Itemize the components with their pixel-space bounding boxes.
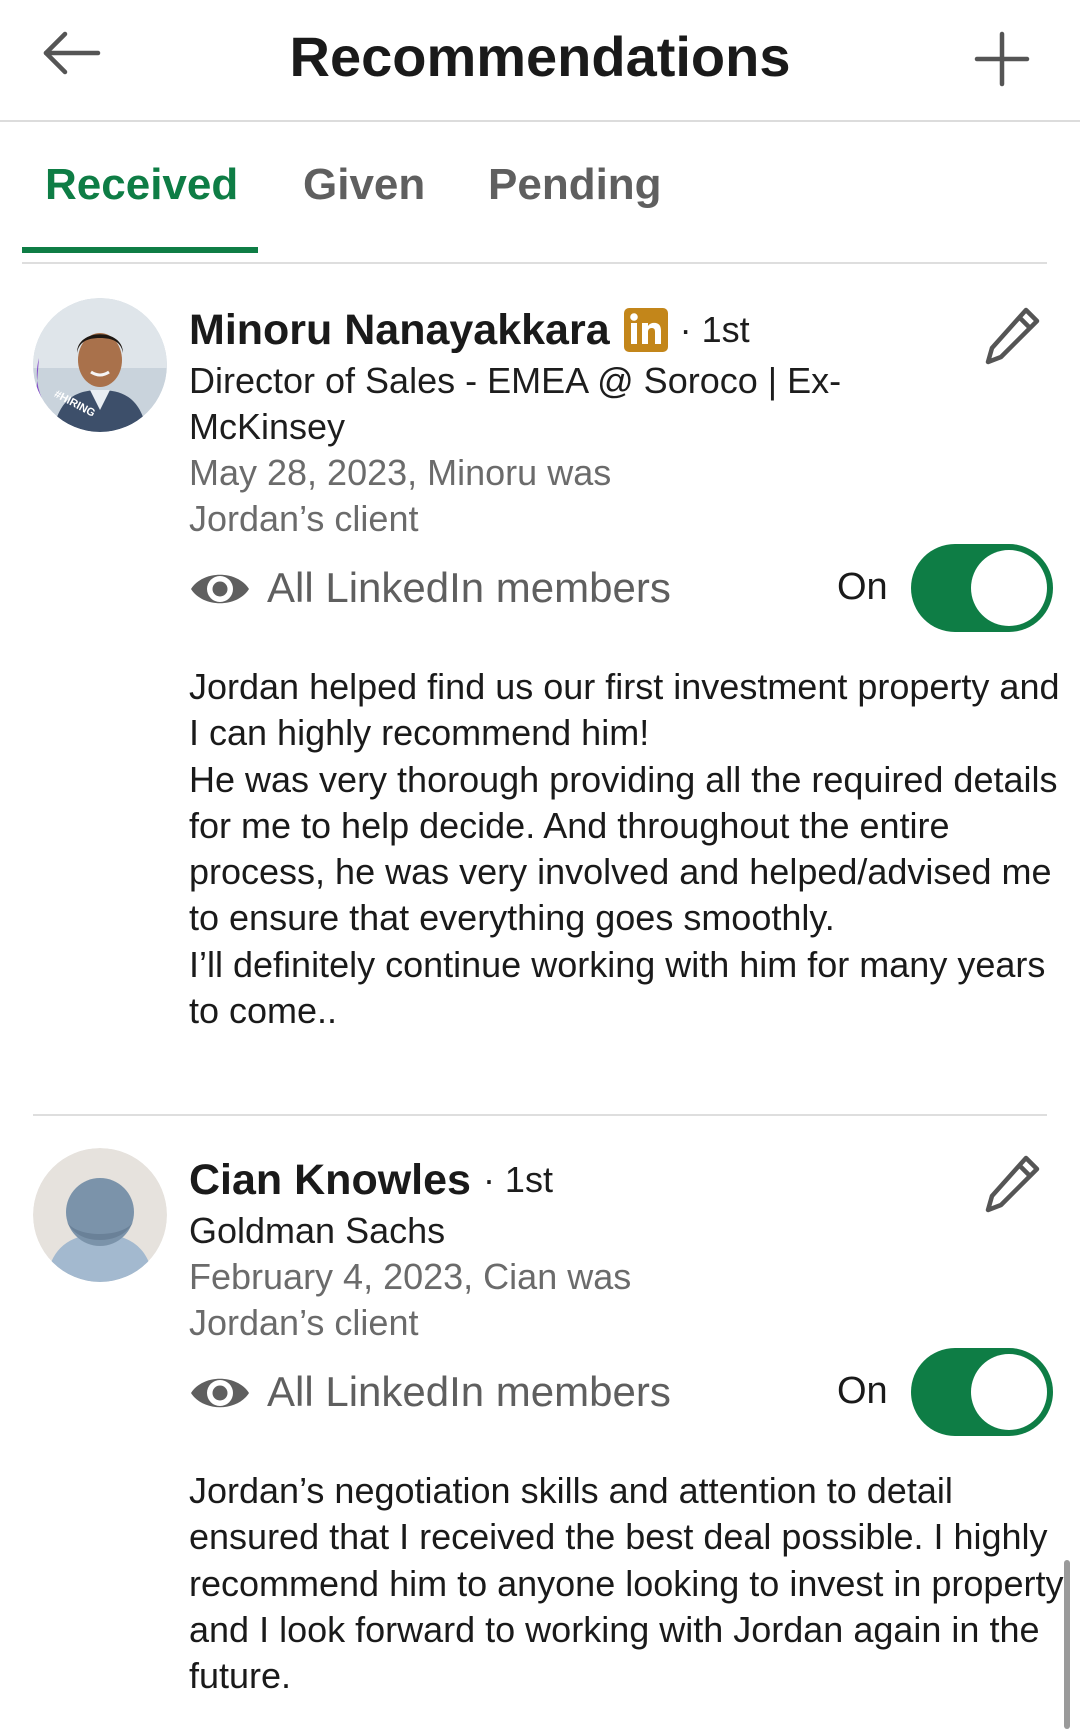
divider (22, 262, 1047, 264)
tab-given[interactable]: Given (303, 160, 425, 210)
recommender-name[interactable]: Minoru Nanayakkara (189, 306, 610, 355)
visibility-label: All LinkedIn members (267, 1368, 671, 1415)
scrollbar[interactable] (1064, 1560, 1070, 1729)
recommendation-paragraph: Jordan helped find us our first investme… (189, 666, 1060, 754)
toggle-state-label: On (837, 1370, 888, 1412)
linkedin-premium-icon (623, 308, 668, 352)
edit-button[interactable] (982, 1152, 1042, 1218)
recommender-headline: Director of Sales - EMEA @ Soroco | Ex-M… (189, 360, 842, 447)
edit-button[interactable] (982, 304, 1042, 370)
avatar[interactable]: #HIRING (33, 298, 167, 432)
visibility-toggle[interactable] (911, 1348, 1053, 1436)
visibility-label: All LinkedIn members (267, 564, 671, 611)
tab-received[interactable]: Received (45, 160, 238, 210)
recommendation-paragraph: Jordan’s negotiation skills and attentio… (189, 1470, 1064, 1697)
recommendation-text: Jordan’s negotiation skills and attentio… (189, 1468, 1069, 1699)
recommendation-text: Jordan helped find us our first investme… (189, 664, 1069, 1034)
add-button[interactable] (970, 28, 1034, 92)
name-line: Minoru Nanayakkara · 1st (189, 304, 750, 356)
plus-icon (974, 31, 1030, 87)
pencil-icon (985, 1155, 1040, 1213)
toggle-knob (971, 1354, 1047, 1430)
connection-degree: · 1st (482, 1159, 553, 1200)
recommender-headline: Goldman Sachs (189, 1210, 446, 1251)
recommendation-paragraph: He was very thorough providing all the r… (189, 758, 1058, 939)
name-line: Cian Knowles · 1st (189, 1154, 553, 1206)
app-header: Recommendations (0, 0, 1080, 122)
page-title: Recommendations (289, 25, 791, 88)
recommender-name[interactable]: Cian Knowles (189, 1156, 471, 1205)
toggle-knob (971, 550, 1047, 626)
avatar[interactable] (33, 1148, 167, 1282)
eye-icon (191, 1378, 249, 1408)
visibility-toggle[interactable] (911, 544, 1053, 632)
pencil-icon (985, 307, 1040, 365)
active-tab-indicator (22, 247, 258, 253)
divider (33, 1114, 1047, 1116)
toggle-state-label: On (837, 566, 888, 608)
relationship-meta: May 28, 2023, Minoru was Jordan’s client (189, 452, 612, 539)
recommendation-paragraph: I’ll definitely continue working with hi… (189, 943, 1046, 1032)
visibility-row: All LinkedIn members On (189, 544, 1059, 634)
tab-pending[interactable]: Pending (488, 160, 662, 210)
visibility-row: All LinkedIn members On (189, 1348, 1059, 1438)
default-avatar-icon (33, 1148, 167, 1282)
tab-bar: Received Given Pending (0, 122, 1080, 257)
relationship-meta: February 4, 2023, Cian was Jordan’s clie… (189, 1256, 632, 1343)
eye-icon (191, 574, 249, 604)
connection-degree: · 1st (679, 309, 750, 350)
